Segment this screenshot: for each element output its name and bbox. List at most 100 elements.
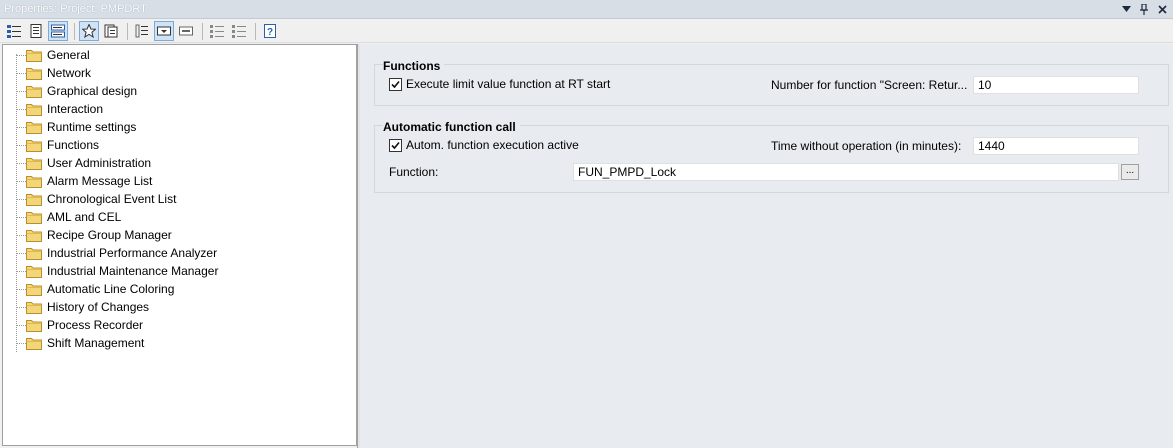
tree-item-label: AML and CEL [47, 210, 122, 224]
help-button[interactable]: ? [260, 21, 280, 41]
folder-icon [26, 264, 42, 278]
list-icon [210, 25, 224, 38]
tree-item-label: Graphical design [47, 84, 138, 98]
expand-button[interactable] [154, 21, 174, 41]
help-icon: ? [264, 24, 276, 38]
collapse-icon [179, 26, 193, 36]
list-icon [232, 25, 246, 38]
pages-icon [104, 24, 118, 38]
tree-item-label: Industrial Performance Analyzer [47, 246, 218, 260]
checkbox-box[interactable] [389, 138, 402, 152]
tree-item[interactable]: Chronological Event List [3, 190, 177, 208]
folder-icon [26, 318, 42, 332]
toolbar-separator [202, 22, 203, 40]
tree-item[interactable]: Network [3, 64, 92, 82]
folder-icon [26, 138, 42, 152]
tree-item[interactable]: Process Recorder [3, 316, 144, 334]
tree-item[interactable]: General [3, 46, 91, 64]
functions-group: Functions Execute limit value function a… [374, 59, 1169, 106]
execute-limit-value-checkbox[interactable]: Execute limit value function at RT start [389, 77, 610, 91]
automatic-function-call-group-title: Automatic function call [383, 120, 520, 134]
filter-a-button[interactable] [207, 21, 227, 41]
time-without-operation-label: Time without operation (in minutes): [771, 139, 962, 153]
tree-item-label: General [47, 48, 90, 62]
tree-item-label: Recipe Group Manager [47, 228, 172, 242]
folder-icon [26, 192, 42, 206]
sort-icon [135, 24, 148, 38]
close-icon[interactable] [1155, 2, 1169, 16]
collapse-button[interactable] [176, 21, 196, 41]
document-icon [30, 24, 42, 38]
tree-item[interactable]: Functions [3, 136, 100, 154]
autom-function-execution-label: Autom. function execution active [406, 138, 579, 152]
star-icon [82, 24, 96, 38]
tree-item[interactable]: Runtime settings [3, 118, 137, 136]
tree-item-label: User Administration [47, 156, 152, 170]
tree-item[interactable]: Industrial Maintenance Manager [3, 262, 219, 280]
tree-item[interactable]: Graphical design [3, 82, 138, 100]
toolbar-separator [255, 22, 256, 40]
folder-icon [26, 300, 42, 314]
folder-icon [26, 174, 42, 188]
toolbar-separator [74, 22, 75, 40]
checkmark-icon [391, 141, 400, 149]
tree-item[interactable]: History of Changes [3, 298, 150, 316]
folder-icon [26, 48, 42, 62]
expand-icon [157, 26, 171, 36]
tree-item[interactable]: Shift Management [3, 334, 145, 352]
property-category-tree: General Network Graphical design Interactio… [2, 44, 357, 446]
folder-icon [26, 336, 42, 350]
property-pages-button[interactable] [101, 21, 121, 41]
dropdown-arrow-icon[interactable] [1119, 2, 1133, 16]
automatic-function-call-group: Automatic function call Autom. function … [374, 120, 1169, 193]
pin-icon[interactable] [1137, 2, 1151, 16]
time-without-operation-input[interactable]: 1440 [973, 137, 1139, 155]
folder-icon [26, 282, 42, 296]
tree-item-label: Functions [47, 138, 100, 152]
tree-item[interactable]: Industrial Performance Analyzer [3, 244, 218, 262]
tree-item-label: Network [47, 66, 92, 80]
tree-item-label: Shift Management [47, 336, 145, 350]
property-page: Functions Execute limit value function a… [360, 44, 1173, 448]
tree-item[interactable]: Automatic Line Coloring [3, 280, 175, 298]
tree-item-label: Automatic Line Coloring [47, 282, 175, 296]
tree-item-label: Runtime settings [47, 120, 137, 134]
execute-limit-value-label: Execute limit value function at RT start [406, 77, 611, 91]
tree-item[interactable]: Alarm Message List [3, 172, 153, 190]
functions-group-title: Functions [383, 59, 445, 73]
number-for-function-input[interactable]: 10 [973, 76, 1139, 94]
folder-icon [26, 210, 42, 224]
tree-item-label: Interaction [47, 102, 104, 116]
function-label: Function: [389, 165, 439, 179]
browse-function-button[interactable]: ... [1121, 164, 1139, 180]
grouped-icon [51, 24, 65, 38]
favorites-button[interactable] [79, 21, 99, 41]
autom-function-execution-checkbox[interactable]: Autom. function execution active [389, 138, 579, 152]
window-titlebar: Properties: Project: PMPDRT [0, 0, 1173, 19]
window-title: Properties: Project: PMPDRT [4, 3, 147, 15]
folder-icon [26, 102, 42, 116]
tree-item-label: Alarm Message List [47, 174, 153, 188]
checkmark-icon [391, 80, 400, 88]
folder-icon [26, 66, 42, 80]
tree-item[interactable]: Recipe Group Manager [3, 226, 173, 244]
tree-item-label: Industrial Maintenance Manager [47, 264, 219, 278]
properties-toolbar: ? [0, 20, 1173, 43]
categorized-view-button[interactable] [4, 21, 24, 41]
tree-item[interactable]: AML and CEL [3, 208, 122, 226]
folder-icon [26, 84, 42, 98]
alphabetic-view-button[interactable] [26, 21, 46, 41]
sort-button[interactable] [132, 21, 152, 41]
filter-b-button[interactable] [229, 21, 249, 41]
categorized-icon [7, 25, 21, 38]
folder-icon [26, 156, 42, 170]
folder-icon [26, 120, 42, 134]
tree-item-label: Chronological Event List [47, 192, 177, 206]
function-input[interactable]: FUN_PMPD_Lock [573, 163, 1119, 181]
checkbox-box[interactable] [389, 77, 402, 91]
tree-item-label: Process Recorder [47, 318, 144, 332]
tree-item[interactable]: Interaction [3, 100, 104, 118]
folder-icon [26, 228, 42, 242]
tree-item[interactable]: User Administration [3, 154, 152, 172]
grouped-view-button[interactable] [48, 21, 68, 41]
